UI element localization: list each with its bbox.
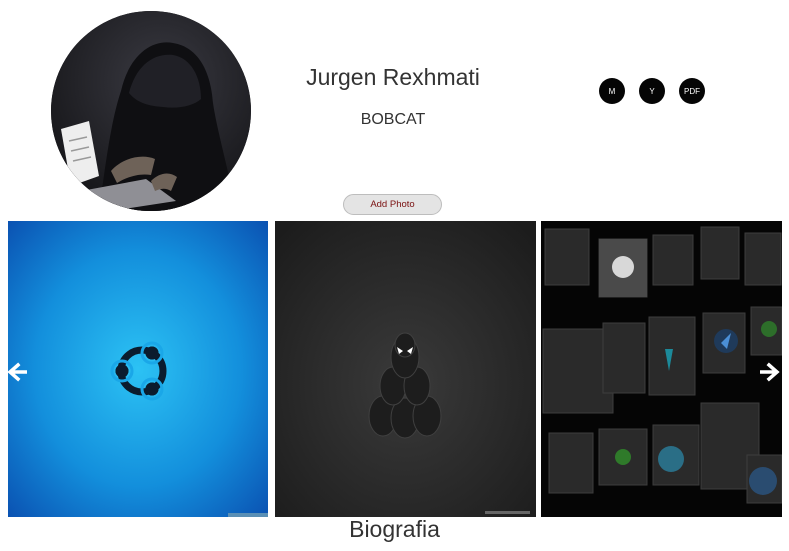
profile-name: Jurgen Rexhmati: [306, 64, 480, 90]
arrow-left-icon[interactable]: [7, 362, 28, 382]
add-photo-button[interactable]: Add Photo: [343, 194, 442, 215]
gallery-image-ubuntu[interactable]: [8, 221, 268, 517]
bio-heading: Biografia: [349, 516, 440, 542]
arrow-right-icon[interactable]: [759, 362, 780, 382]
medium-button[interactable]: M: [599, 78, 625, 104]
profile-subtitle: BOBCAT: [360, 111, 426, 128]
pdf-button[interactable]: PDF: [679, 78, 705, 104]
profile-avatar: [51, 11, 251, 211]
youtube-button[interactable]: Y: [639, 78, 665, 104]
pdf-icon: PDF: [684, 86, 700, 96]
gallery-image-logos[interactable]: [541, 221, 782, 517]
gallery-image-spiderman[interactable]: [275, 221, 536, 517]
youtube-icon: Y: [649, 86, 655, 96]
medium-icon: M: [608, 86, 616, 96]
